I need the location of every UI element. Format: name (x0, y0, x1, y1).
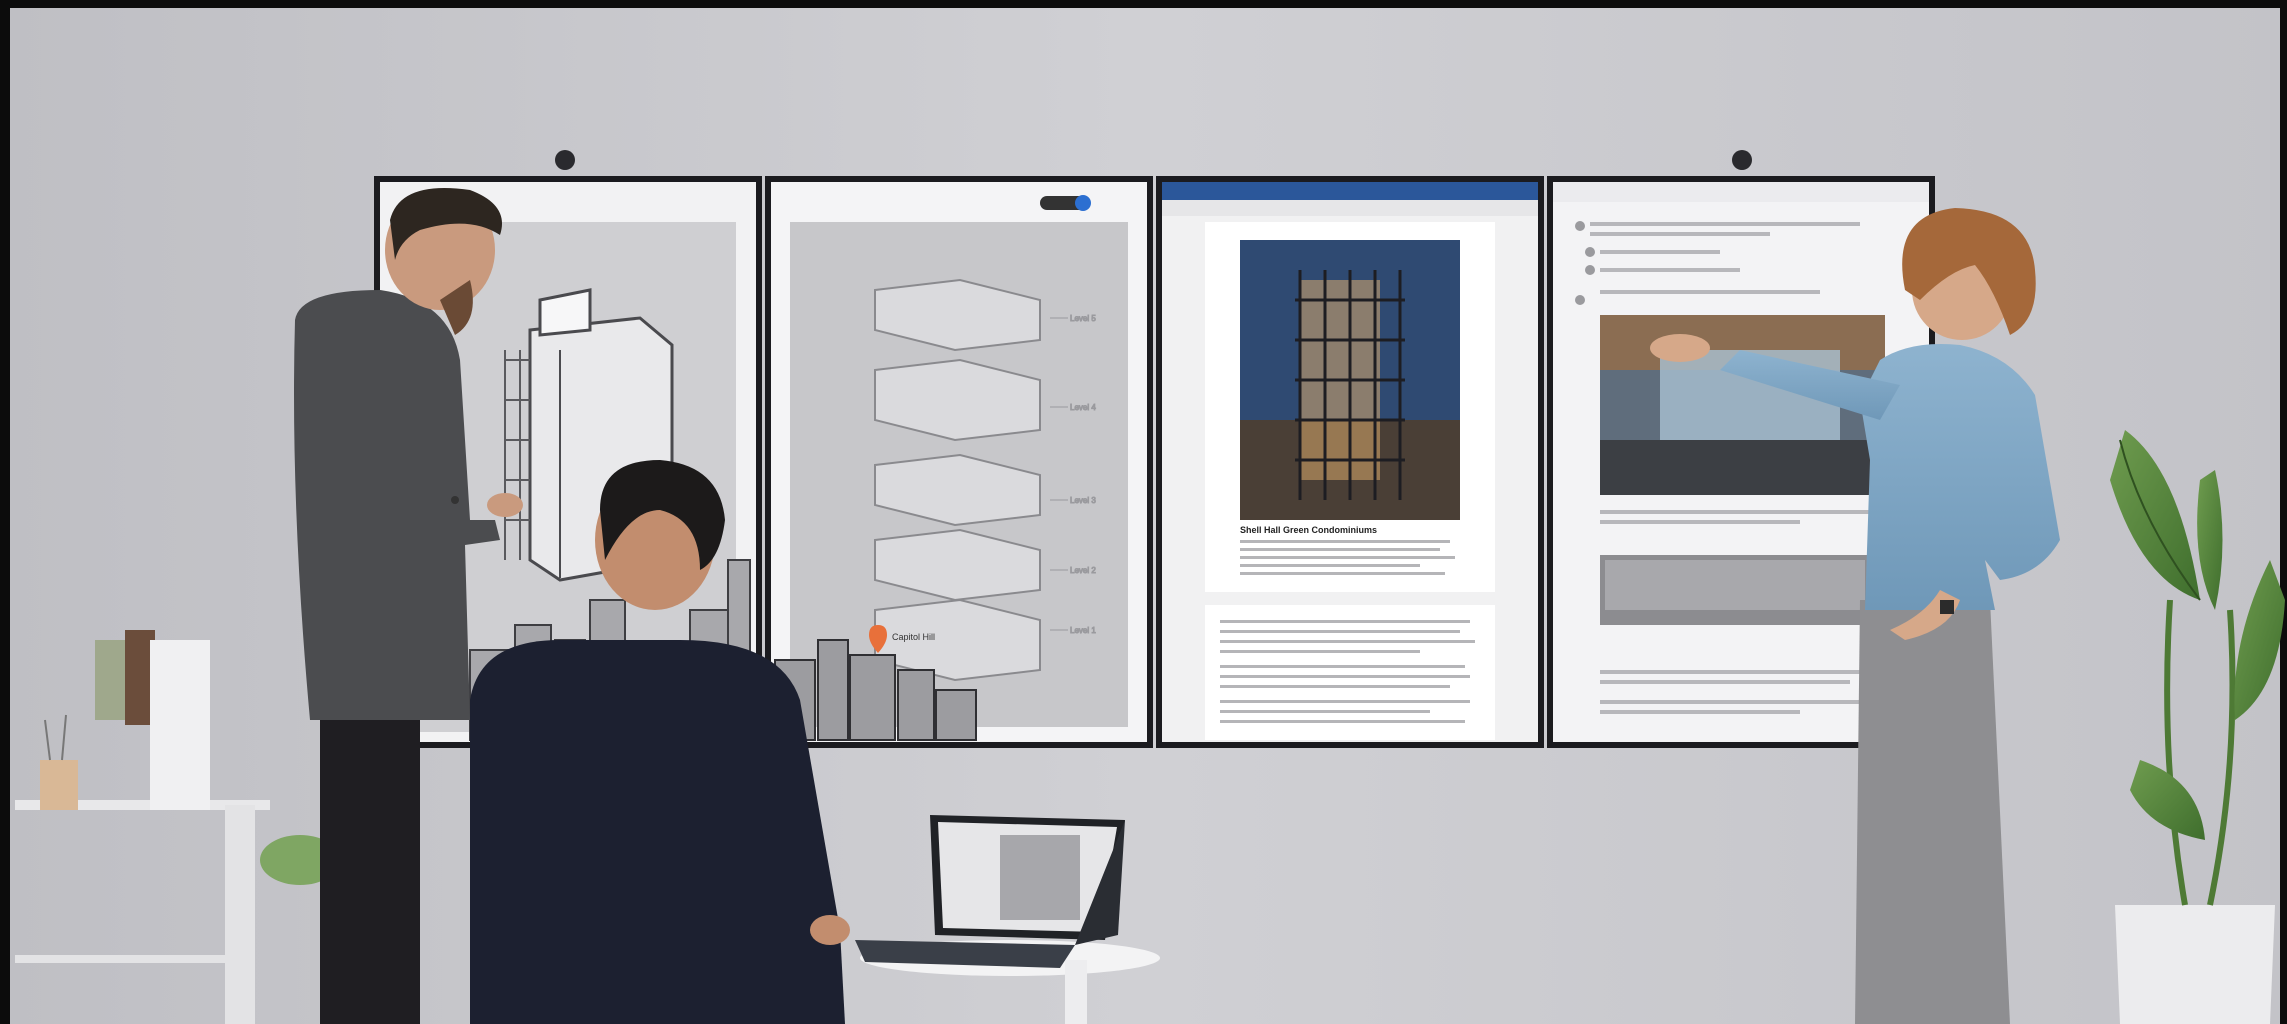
doc-heading: Shell Hall Green Condominiums (1240, 525, 1377, 535)
floor-label: Level 2 (1070, 566, 1096, 575)
word-ribbon (1162, 182, 1538, 200)
floor-label: Level 1 (1070, 626, 1096, 635)
pin-label: Capitol Hill (892, 632, 935, 642)
avatar (1075, 195, 1091, 211)
floor-label: Level 4 (1070, 403, 1096, 412)
screen-panel-2: Level 5 Level 4 Level 3 Level 2 Level 1 … (765, 176, 1153, 748)
screen-panel-3: Shell Hall Green Condominiums (1156, 176, 1544, 748)
photo-scene: Level 5 Level 4 Level 3 Level 2 Level 1 … (0, 0, 2287, 1024)
floor-label: Level 5 (1070, 314, 1096, 323)
camera-icon (555, 150, 575, 170)
floor-label: Level 3 (1070, 496, 1096, 505)
camera-icon (1732, 150, 1752, 170)
